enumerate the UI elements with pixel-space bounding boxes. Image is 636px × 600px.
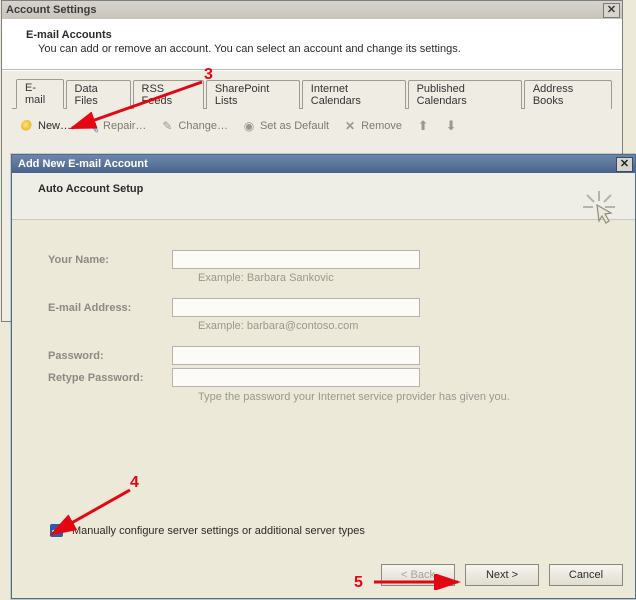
wizard-button-row: < Back Next > Cancel xyxy=(381,564,623,586)
retype-password-label: Retype Password: xyxy=(48,372,172,384)
repair-icon: 🔧 xyxy=(85,119,99,133)
add-account-form: Your Name: Example: Barbara Sankovic E-m… xyxy=(12,220,635,411)
retype-password-input[interactable] xyxy=(172,368,420,387)
new-button[interactable]: New… xyxy=(20,119,71,133)
account-settings-toolbar: New… 🔧 Repair… ✎ Change… ◉ Set as Defaul… xyxy=(12,109,612,141)
password-hint: Type the password your Internet service … xyxy=(172,391,613,403)
remove-button[interactable]: ✕ Remove xyxy=(343,119,402,133)
account-settings-close-button[interactable]: ✕ xyxy=(603,3,620,18)
cancel-button[interactable]: Cancel xyxy=(549,564,623,586)
next-button[interactable]: Next > xyxy=(465,564,539,586)
add-account-close-button[interactable]: ✕ xyxy=(616,157,633,172)
set-default-button-label: Set as Default xyxy=(260,120,329,132)
email-label: E-mail Address: xyxy=(48,302,172,314)
back-button[interactable]: < Back xyxy=(381,564,455,586)
remove-icon: ✕ xyxy=(343,119,357,133)
account-settings-title: Account Settings xyxy=(6,4,96,16)
add-account-titlebar: Add New E-mail Account ✕ xyxy=(12,155,635,173)
password-input[interactable] xyxy=(172,346,420,365)
your-name-input[interactable] xyxy=(172,250,420,269)
tab-rss-feeds[interactable]: RSS Feeds xyxy=(133,80,204,109)
account-settings-titlebar: Account Settings ✕ xyxy=(2,1,622,19)
set-default-button[interactable]: ◉ Set as Default xyxy=(242,119,329,133)
tab-internet-calendars[interactable]: Internet Calendars xyxy=(302,80,406,109)
your-name-hint: Example: Barbara Sankovic xyxy=(172,272,613,284)
new-icon xyxy=(20,119,34,133)
remove-button-label: Remove xyxy=(361,120,402,132)
your-name-label: Your Name: xyxy=(48,254,172,266)
email-hint: Example: barbara@contoso.com xyxy=(172,320,613,332)
tab-sharepoint-lists[interactable]: SharePoint Lists xyxy=(206,80,300,109)
account-settings-header: E-mail Accounts You can add or remove an… xyxy=(2,19,622,70)
add-account-header-title: Auto Account Setup xyxy=(38,183,621,195)
move-up-button[interactable]: ⬆ xyxy=(416,119,430,133)
account-settings-header-sub: You can add or remove an account. You ca… xyxy=(38,43,606,55)
new-button-label: New… xyxy=(38,120,71,132)
manual-configure-row[interactable]: Manually configure server settings or ad… xyxy=(46,521,365,540)
manual-configure-checkbox[interactable] xyxy=(50,524,63,537)
account-settings-header-title: E-mail Accounts xyxy=(26,29,606,41)
change-button-label: Change… xyxy=(178,120,228,132)
account-settings-tabs: E-mail Data Files RSS Feeds SharePoint L… xyxy=(12,89,612,109)
repair-button[interactable]: 🔧 Repair… xyxy=(85,119,146,133)
add-account-title: Add New E-mail Account xyxy=(18,158,148,170)
wizard-cursor-icon xyxy=(581,189,617,225)
email-input[interactable] xyxy=(172,298,420,317)
default-icon: ◉ xyxy=(242,119,256,133)
tab-published-calendars[interactable]: Published Calendars xyxy=(408,80,522,109)
add-email-account-window: Add New E-mail Account ✕ Auto Account Se… xyxy=(11,154,636,599)
password-label: Password: xyxy=(48,350,172,362)
manual-configure-label: Manually configure server settings or ad… xyxy=(72,525,365,537)
tab-address-books[interactable]: Address Books xyxy=(524,80,612,109)
repair-button-label: Repair… xyxy=(103,120,146,132)
tab-data-files[interactable]: Data Files xyxy=(66,80,131,109)
move-down-button[interactable]: ⬇ xyxy=(444,119,458,133)
change-button[interactable]: ✎ Change… xyxy=(160,119,228,133)
tab-email[interactable]: E-mail xyxy=(16,79,64,109)
change-icon: ✎ xyxy=(160,119,174,133)
add-account-header: Auto Account Setup xyxy=(12,173,635,220)
